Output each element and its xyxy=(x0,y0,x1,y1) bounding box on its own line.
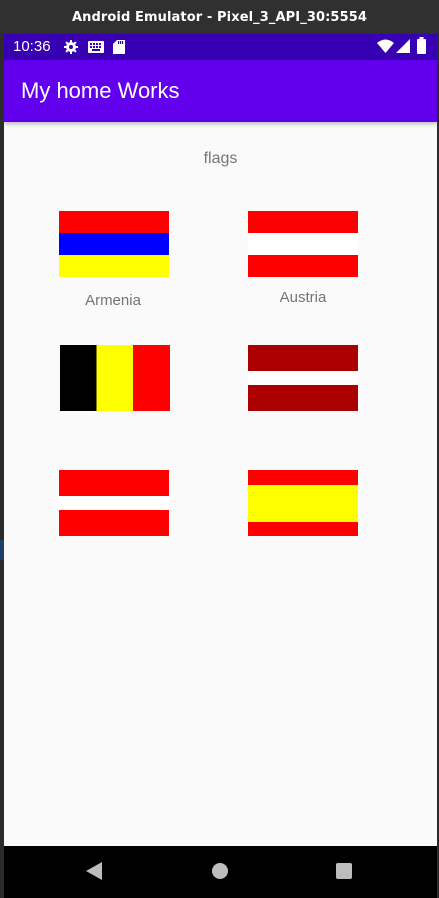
flag-stripe xyxy=(59,233,169,255)
flag-austria-2[interactable] xyxy=(59,470,169,536)
flag-stripe xyxy=(96,345,134,411)
flag-label-armenia: Armenia xyxy=(85,292,141,309)
emulator-window-title: Android Emulator - Pixel_3_API_30:5554 xyxy=(0,0,439,34)
recents-icon[interactable] xyxy=(336,863,352,879)
flag-stripe xyxy=(59,496,169,510)
battery-icon xyxy=(417,37,426,54)
flag-stripe xyxy=(248,233,358,255)
phone-screen: 10:36 My home Works flags Armenia Austri… xyxy=(4,34,437,898)
flags-content: flags Armenia Austria xyxy=(4,122,437,846)
keyboard-icon xyxy=(88,41,104,53)
status-time: 10:36 xyxy=(13,38,51,55)
status-bar: 10:36 xyxy=(4,34,437,60)
flag-stripe xyxy=(248,211,358,233)
app-bar: My home Works xyxy=(4,60,437,122)
app-title: My home Works xyxy=(21,78,180,103)
flag-armenia[interactable] xyxy=(59,211,169,277)
flag-stripe xyxy=(248,345,358,371)
flag-spain[interactable] xyxy=(248,470,358,536)
flag-stripe xyxy=(60,345,97,411)
sd-card-icon xyxy=(113,40,125,54)
flags-heading: flags xyxy=(203,150,238,167)
flag-stripe xyxy=(59,510,169,536)
flag-stripe xyxy=(248,485,358,522)
navigation-bar xyxy=(4,846,437,898)
flag-stripe xyxy=(248,470,358,485)
flag-stripe xyxy=(59,211,169,233)
flag-stripe xyxy=(248,255,358,277)
home-icon[interactable] xyxy=(211,862,229,880)
flag-stripe xyxy=(59,255,169,277)
flag-stripe xyxy=(248,385,358,411)
back-icon[interactable] xyxy=(86,862,102,880)
flag-label-austria: Austria xyxy=(279,289,327,306)
wifi-icon xyxy=(377,39,394,53)
flag-belgium[interactable] xyxy=(60,345,170,411)
gear-icon xyxy=(64,40,78,54)
flag-stripe xyxy=(59,470,169,496)
flag-stripe xyxy=(248,371,358,385)
flag-austria[interactable] xyxy=(248,211,358,277)
signal-icon xyxy=(396,39,410,53)
flag-stripe xyxy=(248,522,358,536)
flag-latvia[interactable] xyxy=(248,345,358,411)
flag-stripe xyxy=(133,345,170,411)
